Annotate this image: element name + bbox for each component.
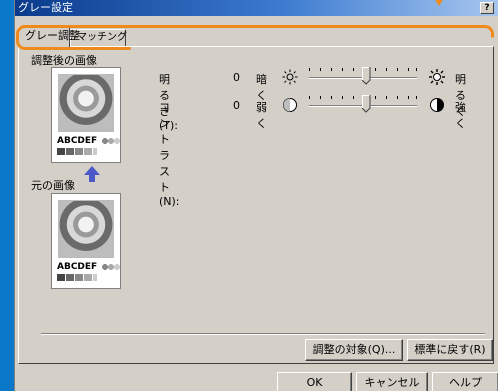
after-image-preview: ABCDEF bbox=[51, 67, 121, 163]
adjust-target-button[interactable]: 調整の対象(Q)... bbox=[305, 339, 403, 361]
callout-arrow-icon bbox=[434, 0, 444, 6]
after-image-label: 調整後の画像 bbox=[31, 54, 97, 67]
reset-default-button[interactable]: 標準に戻す(R) bbox=[407, 339, 493, 361]
sample-photo bbox=[58, 200, 114, 258]
window-title: グレー設定 bbox=[18, 1, 73, 14]
brightness-slider-thumb[interactable] bbox=[362, 67, 371, 85]
tab-gray-adjust[interactable]: グレー調整 bbox=[18, 27, 80, 48]
ok-button[interactable]: OK bbox=[277, 372, 352, 391]
sample-dots bbox=[102, 137, 120, 145]
low-contrast-icon bbox=[283, 98, 297, 112]
sample-text: ABCDEF bbox=[57, 136, 98, 146]
contrast-label: コントラスト(N): bbox=[159, 101, 180, 208]
contrast-low-label: 弱く bbox=[256, 101, 267, 130]
sample-text: ABCDEF bbox=[57, 262, 98, 272]
background-window-edge bbox=[0, 0, 14, 391]
sample-photo bbox=[58, 74, 114, 132]
bright-sun-icon bbox=[429, 69, 445, 85]
contrast-slider-thumb[interactable] bbox=[362, 95, 371, 113]
high-contrast-icon bbox=[430, 98, 444, 112]
original-image-label: 元の画像 bbox=[31, 179, 75, 192]
contrast-value: 0 bbox=[233, 99, 240, 112]
sample-dots bbox=[102, 263, 120, 271]
dim-sun-icon bbox=[282, 69, 298, 85]
original-image-preview: ABCDEF bbox=[51, 193, 121, 289]
cancel-button[interactable]: キャンセル bbox=[356, 372, 428, 391]
gray-adjust-panel: 調整後の画像 ABCDEF 元の画像 ABCDEF 明るさ(T): 0 暗く 明… bbox=[18, 46, 494, 364]
help-question-button[interactable]: ? bbox=[480, 2, 494, 14]
title-bar: グレー設定 ? bbox=[15, 0, 498, 16]
panel-separator bbox=[41, 333, 485, 335]
sample-swatches bbox=[57, 274, 97, 281]
help-button[interactable]: ヘルプ bbox=[432, 372, 498, 391]
arrow-up-icon bbox=[84, 166, 100, 182]
sample-swatches bbox=[57, 148, 97, 155]
contrast-high-label: 強く bbox=[455, 101, 466, 130]
brightness-value: 0 bbox=[233, 71, 240, 84]
gray-settings-dialog: グレー設定 ? グレー調整 マッチング 調整後の画像 ABCDEF 元の画像 A… bbox=[14, 0, 498, 391]
